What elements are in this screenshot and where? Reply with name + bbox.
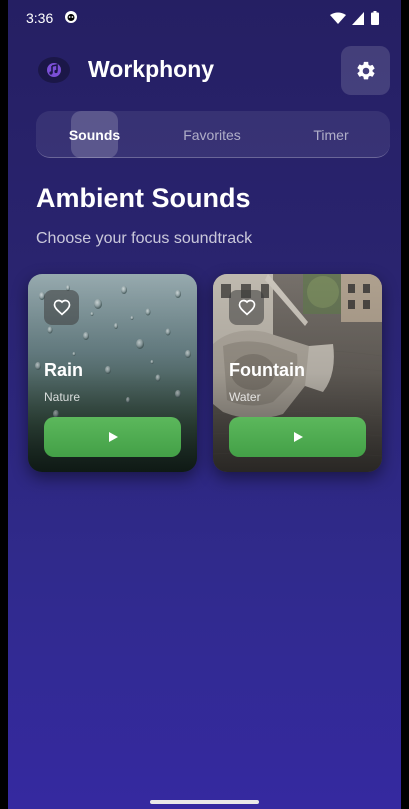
sound-category: Water (229, 390, 261, 404)
app-screen: Workphony Sounds Favorites Timer Ambient… (8, 0, 401, 809)
home-indicator[interactable] (150, 800, 259, 804)
gear-icon (356, 61, 375, 79)
tab-favorites[interactable]: Favorites (166, 111, 258, 158)
wifi-icon (330, 12, 346, 24)
notification-icon (65, 11, 77, 23)
section-subtitle: Choose your focus soundtrack (36, 230, 253, 247)
section-title: Ambient Sounds (36, 183, 251, 213)
sound-name: Rain (44, 360, 84, 380)
battery-icon (371, 11, 379, 25)
status-time: 3:36 (26, 10, 54, 26)
app-title: Workphony (88, 56, 215, 82)
sound-card-rain[interactable]: Rain Nature (28, 274, 197, 472)
sound-category: Nature (44, 390, 81, 404)
sound-name: Fountain (229, 360, 305, 380)
tab-bar: Sounds Favorites Timer (36, 111, 390, 158)
favorite-button-rain[interactable] (44, 290, 79, 325)
play-button-fountain[interactable] (229, 417, 366, 457)
heart-outline-icon (238, 299, 255, 316)
play-button-rain[interactable] (44, 417, 181, 457)
play-icon (108, 432, 118, 442)
tab-timer[interactable]: Timer (291, 111, 371, 158)
cellular-signal-icon (352, 11, 364, 25)
play-icon (293, 432, 303, 442)
settings-button[interactable] (341, 46, 390, 95)
device-frame: Workphony Sounds Favorites Timer Ambient… (0, 0, 409, 809)
status-bar: 3:36 (0, 0, 409, 36)
heart-outline-icon (53, 299, 70, 316)
favorite-button-fountain[interactable] (229, 290, 264, 325)
app-logo (36, 54, 72, 86)
tab-sounds[interactable]: Sounds (56, 111, 133, 158)
sound-card-fountain[interactable]: Fountain Water (213, 274, 382, 472)
